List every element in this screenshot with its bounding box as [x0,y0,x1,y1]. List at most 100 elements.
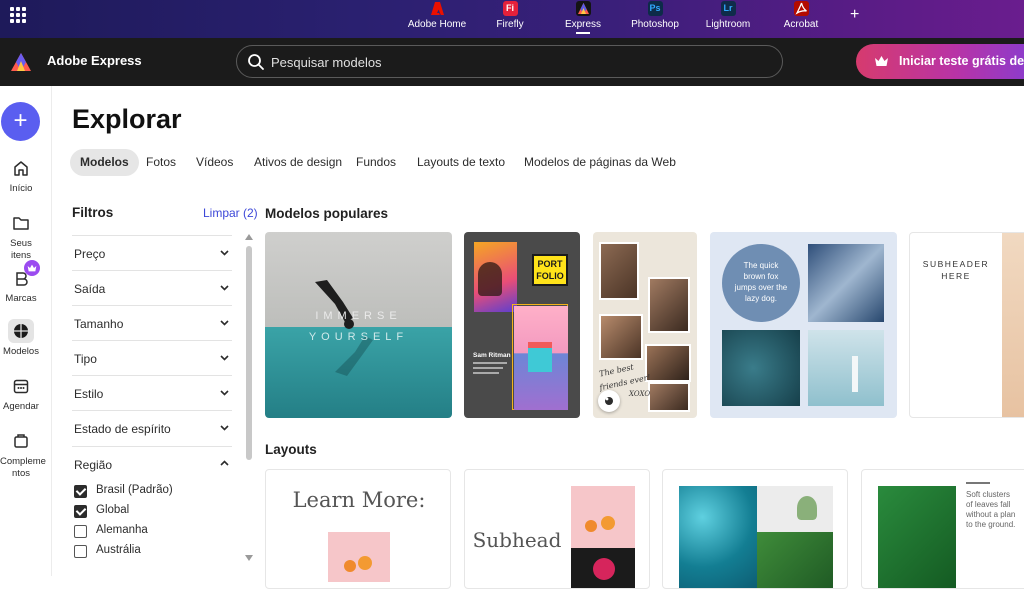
tab-web-page-templates[interactable]: Modelos de páginas da Web [524,149,676,176]
tab-photos[interactable]: Fotos [146,149,176,176]
rail-item-addons[interactable]: Compleme ntos [0,429,46,480]
folder-icon [8,211,34,235]
app-grid-icon[interactable] [10,7,26,23]
text-circle: The quick brown fox jumps over the lazy … [722,244,800,322]
lifeguard-tower [528,342,552,372]
addons-icon [8,429,34,453]
photoshop-icon: Ps [647,1,663,16]
polaroid-photo [648,382,690,412]
filter-type[interactable]: Tipo [72,340,232,375]
filters-title: Filtros [72,205,114,220]
tab-videos[interactable]: Vídeos [196,149,233,176]
section-title-layouts: Layouts [265,442,317,457]
template-card-quick-fox[interactable]: The quick brown fox jumps over the lazy … [710,232,897,418]
checkbox-checked[interactable] [74,485,87,498]
scroll-down-arrow[interactable] [245,555,253,561]
search-box[interactable] [236,45,783,78]
portfolio-person [478,262,502,296]
checkbox-unchecked[interactable] [74,545,87,558]
checkbox-unchecked[interactable] [74,525,87,538]
tab-design-assets[interactable]: Ativos de design [254,149,342,176]
top-header: Adobe Express Iniciar teste grátis de 3 [0,38,1024,86]
polaroid-photo [648,277,690,333]
layout-photo-leaves [878,486,956,588]
firefly-icon: Fi [502,1,518,16]
brand-icon [8,260,40,290]
layout-card-ocean-plant[interactable] [662,469,848,589]
create-new-button[interactable]: + [1,102,40,141]
templates-icon [8,319,34,343]
fish-photo [722,330,800,406]
app-adobe-home[interactable]: Adobe Home [402,0,472,38]
template-card-immerse[interactable]: IMMERSE YOURSELF [265,232,452,418]
adobe-logo-icon [430,1,445,16]
app-photoshop[interactable]: Ps Photoshop [620,0,690,38]
calendar-icon [8,374,34,398]
page-title: Explorar [72,104,182,134]
premium-crown-icon [24,260,40,276]
rail-item-templates[interactable]: Modelos [0,319,42,358]
text-line [473,362,507,364]
app-switcher-bar: Adobe Home Fi Firefly Express Ps Photosh… [0,0,1024,38]
scroll-up-arrow[interactable] [245,234,253,240]
template-card-best-friends[interactable]: The best friends ever! XOXO [593,232,697,418]
chevron-down-icon [219,247,230,261]
chevron-down-icon [219,352,230,366]
app-acrobat[interactable]: Acrobat [766,0,836,38]
search-input[interactable] [271,51,761,73]
acrobat-icon [793,1,809,16]
app-express[interactable]: Express [548,0,618,38]
filter-output[interactable]: Saída [72,270,232,305]
layout-photo-leaf [757,532,833,588]
tab-backgrounds[interactable]: Fundos [356,149,396,176]
filter-style[interactable]: Estilo [72,375,232,410]
filter-region[interactable]: Região [72,446,232,481]
layout-photo-oranges [571,486,635,548]
tab-text-layouts[interactable]: Layouts de texto [417,149,505,176]
start-trial-button[interactable]: Iniciar teste grátis de 3 [856,44,1024,79]
lightroom-icon: Lr [720,1,736,16]
app-firefly[interactable]: Fi Firefly [475,0,545,38]
layout-photo-plant [757,486,833,532]
polaroid-photo [645,344,691,382]
template-card-subheader[interactable]: SUBHEADER HERE [909,232,1024,418]
rail-item-your-items[interactable]: Seus itens [0,211,42,262]
portfolio-badge: PORT FOLIO [532,254,568,286]
diver-figure-icon [315,280,354,329]
chevron-down-icon [219,282,230,296]
express-icon [575,1,591,16]
filter-size[interactable]: Tamanho [72,305,232,340]
chevron-up-icon [219,458,230,472]
add-app-icon[interactable]: + [850,6,859,24]
clear-filters-link[interactable]: Limpar (2) [203,206,258,220]
pool-photo [808,330,884,406]
layout-photo-pink [328,532,390,582]
checkbox-checked[interactable] [74,505,87,518]
crown-icon [874,55,889,70]
layout-card-subhead[interactable]: Subhead [464,469,650,589]
filter-mood[interactable]: Estado de espírito [72,410,232,445]
app-lightroom[interactable]: Lr Lightroom [693,0,763,38]
adobe-express-logo-icon[interactable] [10,51,32,73]
tab-templates[interactable]: Modelos [70,149,139,176]
search-icon [247,53,265,76]
home-icon [8,156,34,180]
rail-item-schedule[interactable]: Agendar [0,374,42,413]
layout-photo-dark [571,548,635,588]
brand-name[interactable]: Adobe Express [47,53,142,68]
active-app-indicator [576,32,590,34]
divider-line [966,482,990,484]
chevron-down-icon [219,422,230,436]
filters-scrollbar-thumb[interactable] [246,246,252,460]
filter-price[interactable]: Preço [72,235,232,270]
polaroid-photo [599,314,643,360]
template-card-portfolio[interactable]: PORT FOLIO Sam Ritman [464,232,580,418]
rail-item-home[interactable]: Início [0,156,42,195]
rail-item-brands[interactable]: Marcas [0,260,42,305]
section-title-popular: Modelos populares [265,206,389,221]
left-rail: + Início Seus itens Marcas Modelos Agend… [0,86,52,576]
layout-card-soft-clusters[interactable]: Soft clusters of leaves fall without a p… [861,469,1024,589]
layout-card-learn-more[interactable]: Learn More: [265,469,451,589]
chevron-down-icon [219,317,230,331]
shuffle-icon[interactable] [598,390,620,412]
